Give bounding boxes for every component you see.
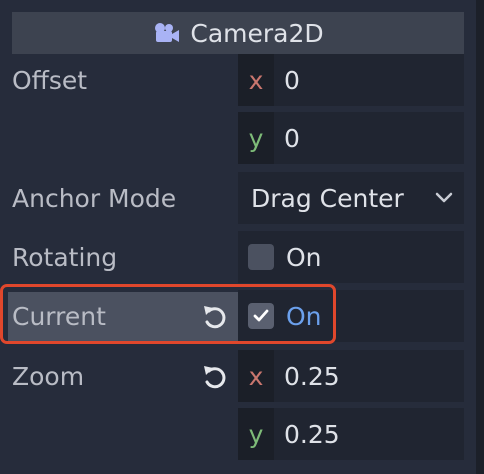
revert-icon[interactable] <box>200 362 230 392</box>
scrollbar[interactable] <box>476 0 484 474</box>
zoom-y-field[interactable]: y 0.25 <box>238 408 464 460</box>
rotating-checkbox[interactable]: On <box>238 231 464 283</box>
chevron-down-icon <box>435 192 453 203</box>
axis-x-label: x <box>238 350 274 402</box>
zoom-x-value[interactable]: 0.25 <box>284 362 340 391</box>
offset-y-value[interactable]: 0 <box>284 124 300 153</box>
zoom-x-field[interactable]: x 0.25 <box>238 350 464 402</box>
property-label-offset: Offset <box>12 65 88 95</box>
section-title: Camera2D <box>190 18 324 48</box>
inspector-panel: Camera2D Offset x 0 y 0 Anchor Mode Drag… <box>0 0 476 474</box>
property-label-zoom: Zoom <box>12 361 85 391</box>
section-header-camera2d[interactable]: Camera2D <box>12 12 464 54</box>
property-label-rotating: Rotating <box>12 242 118 272</box>
highlight-callout <box>0 284 336 344</box>
axis-y-label: y <box>238 408 274 460</box>
property-label-anchor-mode: Anchor Mode <box>12 183 177 213</box>
rotating-check-label: On <box>286 242 322 272</box>
anchor-mode-select[interactable]: Drag Center <box>238 172 464 224</box>
offset-y-field[interactable]: y 0 <box>238 112 464 164</box>
axis-y-label: y <box>238 112 274 164</box>
offset-x-field[interactable]: x 0 <box>238 54 464 106</box>
axis-x-label: x <box>238 54 274 106</box>
anchor-mode-value: Drag Center <box>251 183 404 213</box>
camera-icon <box>155 23 180 42</box>
offset-x-value[interactable]: 0 <box>284 66 300 95</box>
zoom-y-value[interactable]: 0.25 <box>284 420 340 449</box>
checkbox-unchecked-icon[interactable] <box>248 244 274 270</box>
